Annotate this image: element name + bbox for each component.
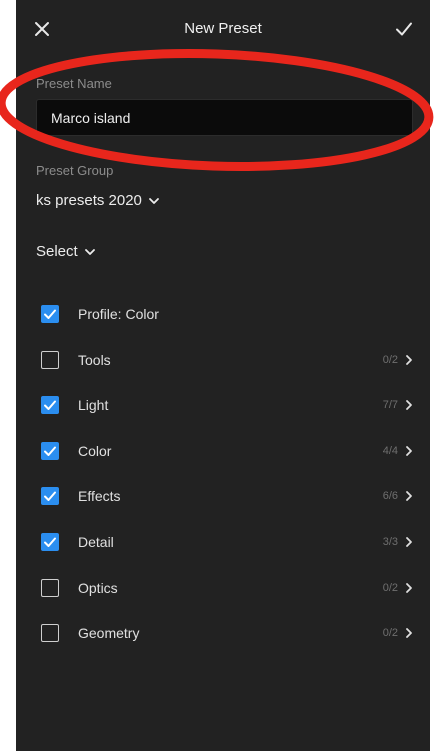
setting-count: 0/2	[382, 627, 398, 640]
chevron-right-icon[interactable]	[404, 399, 414, 411]
setting-count: 0/2	[382, 581, 398, 594]
setting-row[interactable]: Detail 3/3	[36, 525, 428, 559]
setting-label: Geometry	[78, 625, 140, 642]
chevron-right-icon[interactable]	[404, 354, 414, 366]
setting-label: Light	[78, 397, 109, 414]
setting-row[interactable]: Effects 6/6	[36, 479, 428, 513]
preset-name-input[interactable]: Marco island	[36, 99, 413, 136]
checkmark-icon[interactable]	[392, 17, 416, 41]
chevron-down-icon	[84, 248, 95, 255]
chevron-right-icon[interactable]	[404, 582, 414, 594]
right-edge	[430, 0, 446, 751]
chevron-right-icon[interactable]	[404, 490, 414, 502]
checkbox-unchecked[interactable]	[41, 578, 59, 597]
setting-row[interactable]: Light 7/7	[36, 388, 428, 422]
checkmark-icon	[44, 491, 56, 502]
checkmark-icon	[44, 537, 56, 547]
preset-group-value: ks presets 2020	[36, 192, 142, 209]
setting-label: Color	[78, 442, 112, 459]
setting-row[interactable]: Optics 0/2	[36, 571, 428, 605]
preset-name-value: Marco island	[51, 110, 131, 126]
setting-row[interactable]: Profile: Color	[36, 297, 428, 331]
top-bar: New Preset	[16, 0, 430, 58]
setting-count: 4/4	[382, 444, 398, 457]
setting-count: 0/2	[382, 353, 398, 366]
checkbox-unchecked[interactable]	[41, 624, 59, 643]
setting-label: Effects	[78, 488, 121, 505]
select-label: Select	[36, 243, 78, 260]
setting-count: 3/3	[382, 536, 398, 548]
preset-name-label: Preset Name	[36, 76, 112, 91]
setting-label: Tools	[78, 351, 111, 368]
chevron-right-icon[interactable]	[404, 445, 414, 457]
checkmark-icon	[44, 446, 56, 456]
page-title: New Preset	[184, 20, 262, 37]
checkbox-unchecked[interactable]	[41, 350, 59, 369]
checkmark-icon	[44, 309, 56, 319]
setting-label: Profile: Color	[78, 306, 159, 322]
chevron-right-icon[interactable]	[404, 536, 414, 548]
checkbox-checked[interactable]	[41, 533, 59, 551]
setting-row[interactable]: Color 4/4	[36, 434, 428, 468]
setting-label: Optics	[78, 579, 118, 596]
setting-row[interactable]: Geometry 0/2	[36, 616, 428, 650]
setting-count: 6/6	[382, 490, 398, 503]
checkbox-checked[interactable]	[41, 441, 59, 460]
chevron-right-icon[interactable]	[404, 627, 414, 639]
new-preset-screen: New Preset Preset Name Marco island Pres…	[16, 0, 430, 751]
select-dropdown[interactable]: Select	[36, 243, 96, 260]
left-edge	[0, 0, 16, 751]
preset-group-label: Preset Group	[36, 163, 114, 178]
setting-label: Detail	[78, 534, 114, 550]
chevron-down-icon	[149, 197, 159, 204]
checkbox-checked[interactable]	[41, 305, 59, 323]
checkbox-checked[interactable]	[41, 487, 59, 506]
checkmark-icon	[44, 400, 56, 411]
checkbox-checked[interactable]	[41, 396, 59, 415]
setting-count: 7/7	[382, 399, 398, 412]
preset-group-dropdown[interactable]: ks presets 2020	[36, 192, 160, 209]
setting-row[interactable]: Tools 0/2	[36, 343, 428, 377]
